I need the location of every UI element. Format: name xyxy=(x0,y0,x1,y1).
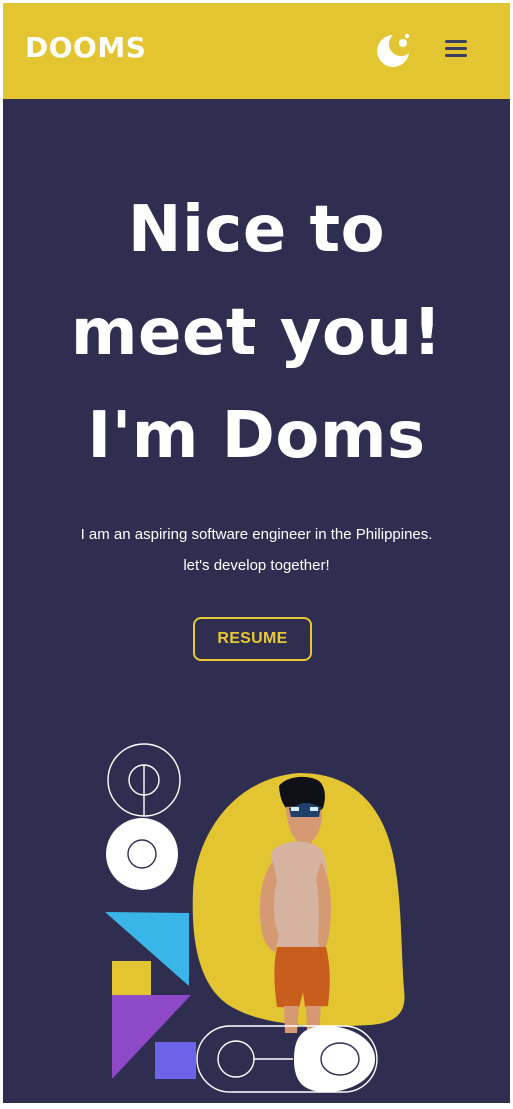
hero-title-line-3: I'm Doms xyxy=(87,399,426,473)
brand-logo-text[interactable]: DOOMS xyxy=(25,31,146,64)
resume-button[interactable]: RESUME xyxy=(193,617,312,661)
hero-description: I am an aspiring software engineer in th… xyxy=(3,519,510,581)
moon-icon xyxy=(377,33,410,67)
hero-illustration xyxy=(3,733,510,1103)
top-navigation-bar: DOOMS xyxy=(3,3,510,99)
phone-screen: DOOMS Nice to meet you! I'm Doms I am an… xyxy=(3,3,510,1103)
hero-illustration-svg xyxy=(105,743,405,1093)
violet-square xyxy=(155,1042,196,1079)
hamburger-menu-icon xyxy=(445,40,467,57)
solid-circle xyxy=(106,818,178,890)
hero-title-line-2: meet you! xyxy=(70,296,443,370)
theme-toggle-button[interactable] xyxy=(376,33,410,69)
menu-button[interactable] xyxy=(442,36,470,62)
yellow-square xyxy=(112,961,151,997)
hero-title-line-1: Nice to xyxy=(127,193,386,267)
capsule-toggle-shape xyxy=(196,1025,378,1093)
hero-description-line-1: I am an aspiring software engineer in th… xyxy=(80,526,433,543)
hero-description-line-2: let's develop together! xyxy=(183,557,330,574)
hero-title: Nice to meet you! I'm Doms xyxy=(3,179,510,488)
